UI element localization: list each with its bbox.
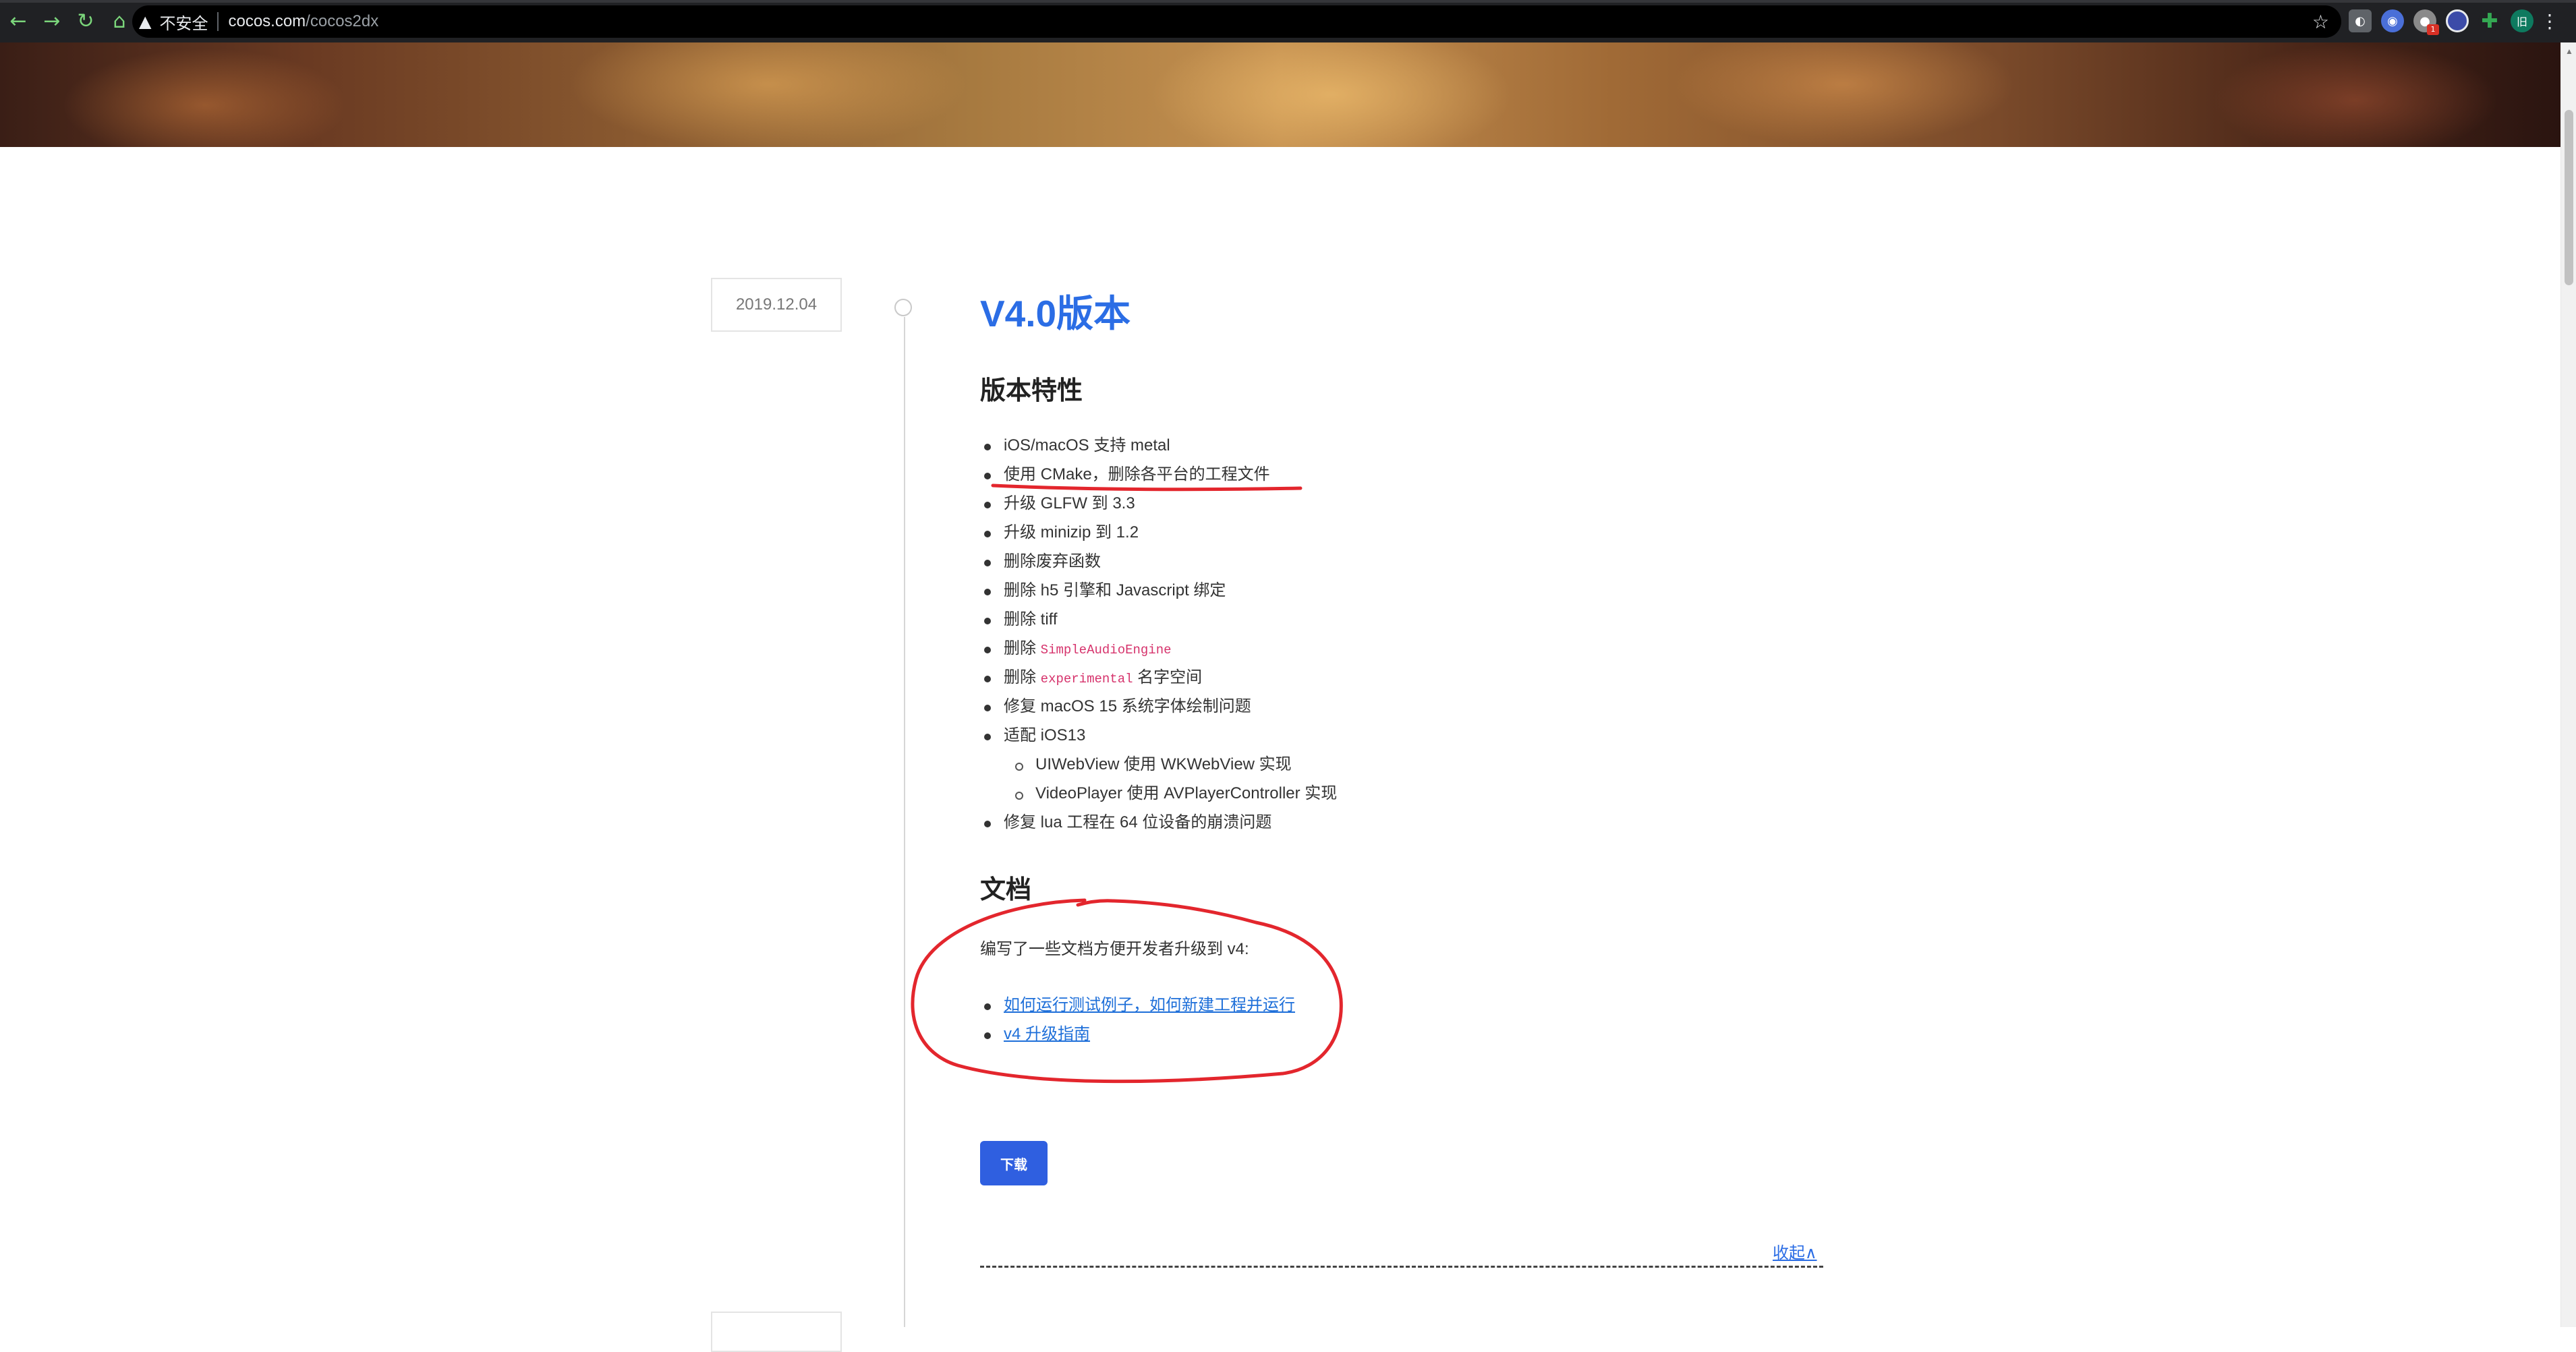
feature-prefix: 删除 xyxy=(1004,639,1041,657)
section-divider xyxy=(980,1266,1823,1268)
red-circle-annotation xyxy=(911,898,1343,1084)
features-heading: 版本特性 xyxy=(980,377,1083,405)
tab-strip-edge xyxy=(0,0,2576,3)
timeline-line xyxy=(904,317,905,1327)
feature-item: 升级 GLFW 到 3.3 xyxy=(980,492,1337,521)
feature-item: 删除 experimental 名字空间 xyxy=(980,666,1337,695)
code-inline: experimental xyxy=(1040,672,1133,686)
download-button[interactable]: 下载 xyxy=(980,1141,1048,1185)
feature-subitem: UIWebView 使用 WKWebView 实现 xyxy=(980,753,1337,782)
hero-banner-image xyxy=(0,42,2560,147)
extension-icon[interactable]: ◉ xyxy=(2381,9,2404,32)
page-scrollbar[interactable]: ▲ xyxy=(2560,42,2576,1327)
doc-link-item: v4 升级指南 xyxy=(980,1022,1295,1051)
scrollbar-thumb[interactable] xyxy=(2565,110,2573,285)
menu-more-icon[interactable]: ⋮ xyxy=(2540,9,2559,32)
url-host[interactable]: cocos.com xyxy=(228,12,306,31)
features-list: iOS/macOS 支持 metal 使用 CMake，删除各平台的工程文件 升… xyxy=(980,434,1337,840)
puzzle-extensions-icon[interactable]: ✚ xyxy=(2478,9,2501,33)
feature-suffix: 名字空间 xyxy=(1133,668,1203,686)
extension-icon[interactable]: ● 1 xyxy=(2413,9,2439,35)
doc-link-item: 如何运行测试例子，如何新建工程并运行 xyxy=(980,993,1295,1022)
doc-link-run-tests[interactable]: 如何运行测试例子，如何新建工程并运行 xyxy=(1004,996,1295,1014)
reload-icon[interactable]: ↻ xyxy=(71,7,100,36)
release-date-box: 2019.12.04 xyxy=(711,278,842,332)
address-separator xyxy=(217,12,219,31)
release-title: V4.0版本 xyxy=(980,293,1131,334)
feature-prefix: 删除 xyxy=(1004,668,1041,686)
feature-subitem: VideoPlayer 使用 AVPlayerController 实现 xyxy=(980,782,1337,811)
feature-item: 修复 lua 工程在 64 位设备的崩溃问题 xyxy=(980,811,1337,840)
feature-item: 删除 h5 引擎和 Javascript 绑定 xyxy=(980,579,1337,608)
doc-links-list: 如何运行测试例子，如何新建工程并运行 v4 升级指南 xyxy=(980,993,1295,1051)
docs-heading: 文档 xyxy=(980,876,1032,904)
extension-icon[interactable] xyxy=(2446,9,2469,32)
profile-avatar[interactable]: 旧 xyxy=(2511,9,2534,32)
collapse-link[interactable]: 收起∧ xyxy=(1773,1239,1817,1263)
feature-item: 适配 iOS13 xyxy=(980,724,1337,753)
feature-item: 修复 macOS 15 系统字体绘制问题 xyxy=(980,695,1337,724)
feature-item: 使用 CMake，删除各平台的工程文件 xyxy=(980,463,1337,492)
bookmark-star-icon[interactable]: ☆ xyxy=(2312,11,2329,33)
forward-arrow-icon[interactable]: → xyxy=(38,7,66,36)
feature-item: 升级 minizip 到 1.2 xyxy=(980,521,1337,550)
security-label[interactable]: 不安全 xyxy=(159,10,208,34)
scroll-up-arrow-icon[interactable]: ▲ xyxy=(2565,47,2573,56)
address-bar[interactable]: ▲ 不安全 cocos.com /cocos2dx ☆ xyxy=(132,5,2341,38)
url-path[interactable]: /cocos2dx xyxy=(306,12,378,31)
feature-item: iOS/macOS 支持 metal xyxy=(980,434,1337,463)
feature-item: 删除 SimpleAudioEngine xyxy=(980,637,1337,666)
extension-badge: 1 xyxy=(2427,24,2439,35)
browser-toolbar: ← → ↻ ⌂ ▲ 不安全 cocos.com /cocos2dx ☆ ◐ ◉ … xyxy=(0,0,2576,42)
extensions-area: ◐ ◉ ● 1 ✚ 旧 ⋮ xyxy=(2349,9,2559,35)
docs-intro: 编写了一些文档方便开发者升级到 v4: xyxy=(980,940,1249,958)
timeline-dot xyxy=(894,299,912,316)
next-release-date-box xyxy=(711,1312,842,1352)
doc-link-upgrade-guide[interactable]: v4 升级指南 xyxy=(1004,1025,1090,1043)
feature-item: 删除 tiff xyxy=(980,608,1337,637)
extension-icon[interactable]: ◐ xyxy=(2349,9,2372,32)
warning-icon[interactable]: ▲ xyxy=(139,12,151,31)
back-arrow-icon[interactable]: ← xyxy=(4,7,32,36)
home-icon[interactable]: ⌂ xyxy=(105,7,134,36)
feature-item: 删除废弃函数 xyxy=(980,550,1337,579)
code-inline: SimpleAudioEngine xyxy=(1040,643,1172,657)
